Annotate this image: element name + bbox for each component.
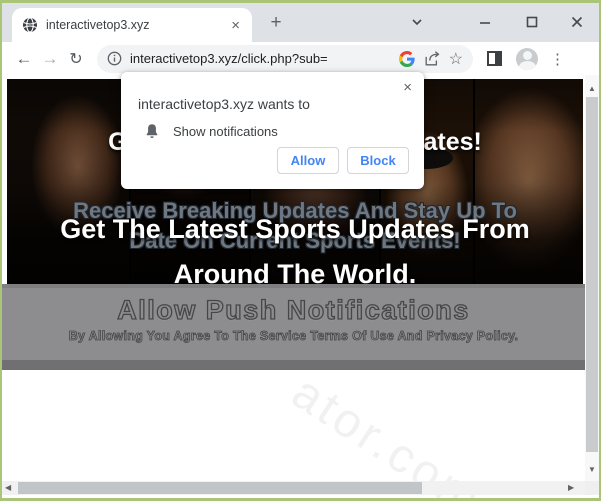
dialog-permission-row: Show notifications (121, 112, 424, 140)
page-info-icon[interactable] (107, 51, 122, 66)
dialog-permission-text: Show notifications (173, 124, 278, 139)
tab-strip: interactivetop3.xyz × + (2, 3, 599, 42)
share-icon[interactable] (423, 51, 441, 67)
scroll-right-icon[interactable]: ▶ (568, 481, 574, 495)
bell-icon (144, 123, 160, 140)
bookmark-star-icon[interactable]: ☆ (449, 49, 463, 69)
window-close-button[interactable] (565, 10, 589, 34)
globe-favicon-icon (22, 17, 38, 33)
banner-headline: Get The Latest Sports Updates From Aroun… (7, 207, 583, 288)
dialog-close-icon[interactable]: × (403, 79, 412, 96)
notification-permission-dialog: × interactivetop3.xyz wants to Show noti… (121, 72, 424, 189)
more-menu-icon[interactable]: ⋮ (550, 50, 565, 68)
reload-icon[interactable]: ↻ (63, 49, 89, 69)
scroll-up-icon[interactable]: ▲ (585, 84, 599, 93)
scrollbar-corner (585, 481, 599, 495)
side-panel-icon[interactable] (487, 51, 502, 66)
push-band-heading: Allow Push Notifications (2, 295, 585, 326)
scroll-left-icon[interactable]: ◀ (5, 481, 11, 495)
vertical-scrollbar[interactable]: ▲ ▼ (585, 75, 599, 481)
block-button[interactable]: Block (347, 147, 409, 174)
back-icon[interactable]: ← (11, 49, 37, 69)
window-chevron-down-icon[interactable] (405, 10, 429, 34)
dialog-buttons: Allow Block (277, 147, 409, 174)
tab-interactivetop3[interactable]: interactivetop3.xyz × (12, 8, 252, 42)
forward-icon[interactable]: → (37, 49, 63, 69)
window-minimize-button[interactable] (473, 10, 497, 34)
dialog-title: interactivetop3.xyz wants to (121, 72, 424, 112)
vertical-scrollbar-thumb[interactable] (586, 97, 598, 452)
allow-button[interactable]: Allow (277, 147, 339, 174)
band-bottom-strip (2, 360, 585, 370)
banner-headline-line1: Get The Latest Sports Updates From (7, 207, 583, 252)
tab-close-icon[interactable]: × (229, 18, 242, 33)
push-band-subtext: By Allowing You Agree To The Service Ter… (2, 329, 585, 343)
browser-toolbar: ← → ↻ interactivetop3.xyz/click.php?sub=… (2, 42, 599, 75)
scroll-down-icon[interactable]: ▼ (585, 465, 599, 474)
push-notification-band: Allow Push Notifications By Allowing You… (2, 288, 585, 360)
tab-title: interactivetop3.xyz (46, 18, 221, 32)
google-icon[interactable] (399, 51, 415, 67)
horizontal-scrollbar[interactable]: ◀ ▶ (2, 481, 585, 495)
url-text[interactable]: interactivetop3.xyz/click.php?sub= (130, 51, 391, 66)
banner-headline-line2: Around The World. (7, 252, 583, 288)
watermark-text: ator.com (282, 365, 493, 498)
profile-avatar[interactable] (516, 48, 538, 70)
new-tab-button[interactable]: + (264, 11, 288, 35)
browser-window: interactivetop3.xyz × + ← → ↻ interactiv… (0, 0, 601, 501)
address-bar[interactable]: interactivetop3.xyz/click.php?sub= ☆ (97, 45, 473, 73)
window-maximize-button[interactable] (520, 10, 544, 34)
horizontal-scrollbar-thumb[interactable] (18, 482, 422, 494)
